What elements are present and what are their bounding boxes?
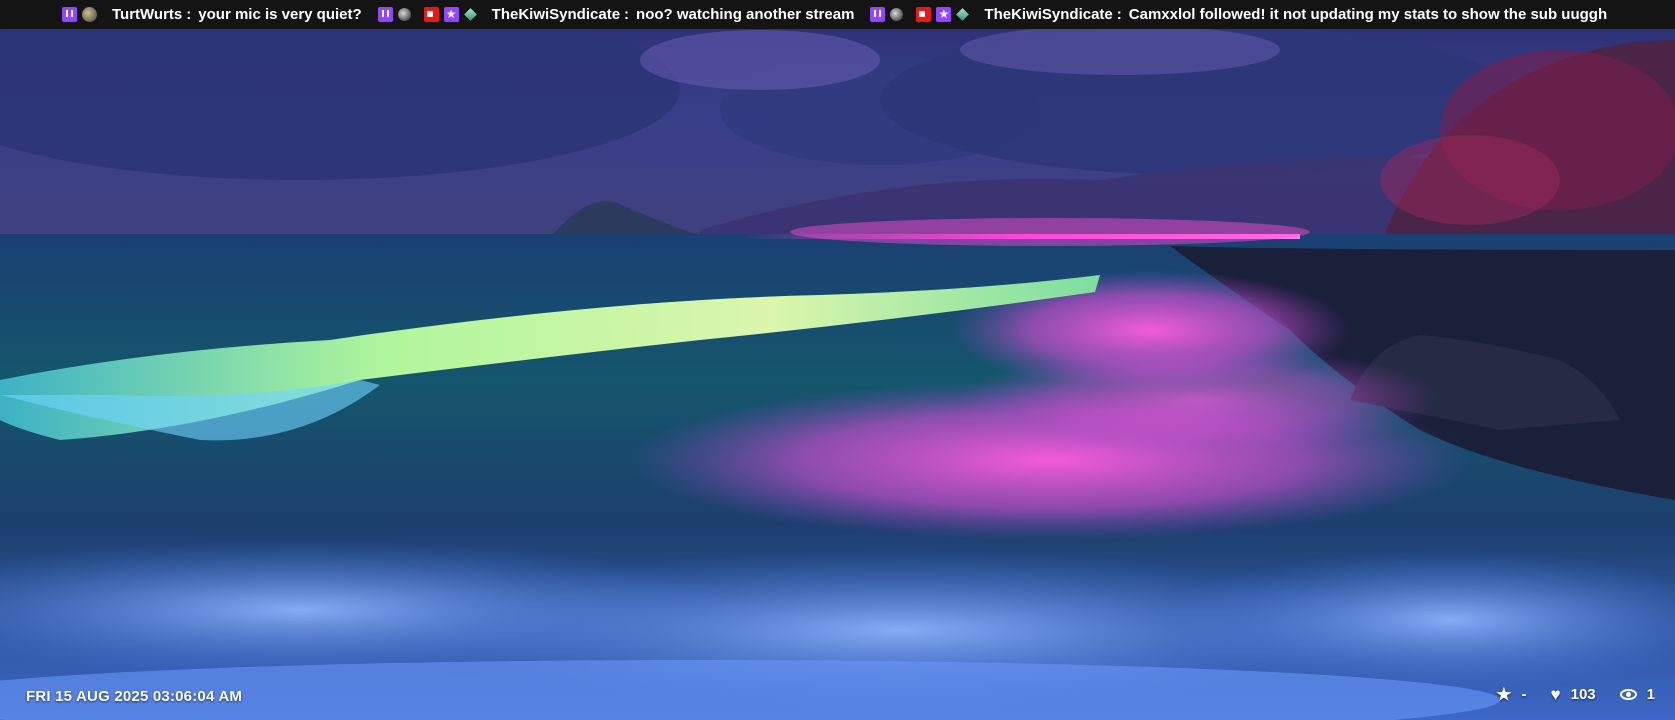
gem-badge-icon: [956, 8, 969, 21]
star-stat-value: -: [1521, 686, 1527, 703]
chat-separator: :: [186, 6, 192, 23]
chat-text: noo? watching another stream: [636, 6, 855, 23]
chat-message: TurtWurts : your mic is very quiet?: [62, 6, 362, 23]
chat-text: Camxxlol followed! it not updating my st…: [1128, 6, 1608, 23]
stream-stats: ★ - ♥ 103 1: [1472, 686, 1655, 703]
user-badge-icon: [890, 8, 904, 21]
twitch-icon: [377, 7, 393, 22]
chat-message: ★ TheKiwiSyndicate : Camxxlol followed! …: [870, 6, 1607, 23]
star-badge-icon: ★: [936, 7, 952, 22]
likes-stat-value: 103: [1570, 686, 1596, 703]
viewers-stat-value: 1: [1646, 686, 1655, 703]
chat-username: TurtWurts: [112, 6, 183, 23]
broadcaster-badge-icon: [916, 7, 932, 22]
stream-overlay: TurtWurts : your mic is very quiet? ★ Th…: [0, 0, 1675, 720]
clock-datetime: FRI 15 AUG 2025 03:06:04 AM: [26, 688, 243, 705]
chat-username: TheKiwiSyndicate: [491, 6, 621, 23]
chat-message: ★ TheKiwiSyndicate : noo? watching anoth…: [377, 6, 855, 23]
eye-icon: [1619, 689, 1637, 700]
beach-scene-background: [0, 0, 1675, 720]
star-badge-icon: ★: [443, 7, 459, 22]
chat-separator: :: [1116, 6, 1122, 23]
twitch-icon: [62, 7, 77, 22]
chat-ticker: TurtWurts : your mic is very quiet? ★ Th…: [0, 0, 1675, 29]
twitch-icon: [870, 7, 886, 22]
viewers-stat: 1: [1619, 686, 1655, 703]
user-badge-icon: [397, 8, 411, 21]
star-stat: ★ -: [1496, 686, 1526, 703]
heart-icon: ♥: [1550, 685, 1561, 704]
gem-badge-icon: [464, 8, 477, 21]
chat-text: your mic is very quiet?: [198, 6, 362, 23]
star-icon: ★: [1496, 685, 1512, 704]
broadcaster-badge-icon: [423, 7, 439, 22]
likes-stat: ♥ 103: [1551, 686, 1596, 703]
chat-username: TheKiwiSyndicate: [984, 6, 1113, 23]
mod-badge-icon: [82, 7, 97, 22]
chat-separator: :: [624, 6, 630, 23]
